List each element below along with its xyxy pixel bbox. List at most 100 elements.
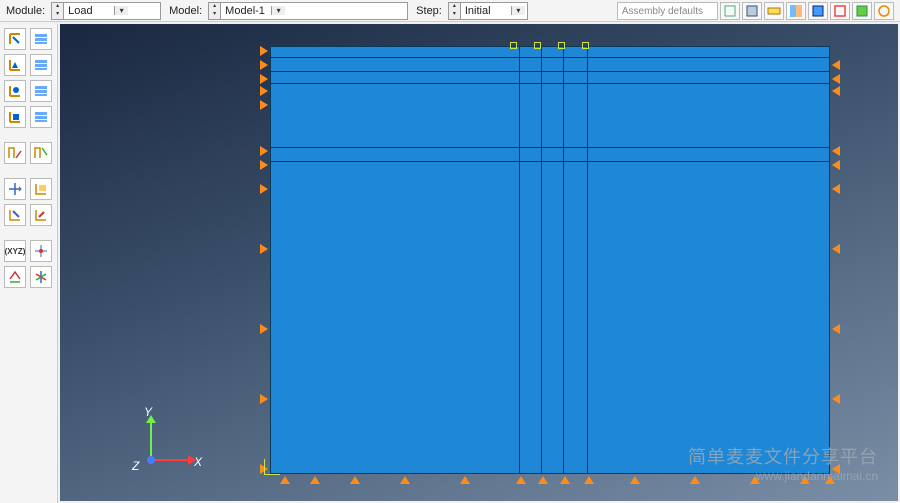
bc-arrow-icon (260, 324, 268, 334)
module-value: Load (64, 5, 114, 17)
bc-arrow-icon (310, 476, 320, 484)
bc-arrow-icon (260, 244, 268, 254)
bc-arrow-icon (260, 146, 268, 156)
step-label: Step: (416, 5, 442, 17)
load-manager-button[interactable] (30, 28, 52, 50)
constraint-marker (510, 42, 517, 49)
datum-tool-button[interactable] (4, 266, 26, 288)
bc-arrow-icon (260, 86, 268, 96)
partition-line (271, 83, 829, 84)
amplitude-1-button[interactable] (4, 142, 26, 164)
partition-line (271, 147, 829, 148)
bc-arrow-icon (260, 160, 268, 170)
constraint-marker (558, 42, 565, 49)
pick-csys-button[interactable] (30, 240, 52, 262)
view-icon-2[interactable] (742, 2, 762, 20)
axis-z-label: Z (132, 459, 139, 473)
partition-line (563, 47, 564, 473)
bc-arrow-icon (516, 476, 526, 484)
model-part[interactable] (270, 46, 830, 474)
create-load-button[interactable] (4, 28, 26, 50)
view-icon-4[interactable] (786, 2, 806, 20)
view-icon-5[interactable] (808, 2, 828, 20)
translate-tool-button[interactable] (4, 178, 26, 200)
bc-arrow-icon (800, 476, 810, 484)
create-loadcase-button[interactable] (4, 106, 26, 128)
predefined-manager-button[interactable] (30, 80, 52, 102)
bc-arrow-icon (538, 476, 548, 484)
partition-tool-button[interactable] (30, 266, 52, 288)
loadcase-manager-button[interactable] (30, 106, 52, 128)
constraint-marker (534, 42, 541, 49)
bc-arrow-icon (832, 244, 840, 254)
partition-line (271, 71, 829, 72)
xyz-csys-button[interactable]: (XYZ) (4, 240, 26, 262)
view-icon-7[interactable] (852, 2, 872, 20)
mirror-tool-button[interactable] (4, 204, 26, 226)
bc-arrow-icon (260, 394, 268, 404)
module-combo[interactable]: ▴▾ Load ▾ (51, 2, 161, 20)
step-dropdown-icon[interactable]: ▾ (511, 6, 525, 15)
bc-arrow-icon (584, 476, 594, 484)
view-icon-8[interactable] (874, 2, 894, 20)
bc-arrow-icon (832, 394, 840, 404)
bc-arrow-icon (630, 476, 640, 484)
step-spinner[interactable]: ▴▾ (449, 3, 461, 19)
bc-arrow-icon (832, 464, 840, 474)
model-value: Model-1 (221, 5, 271, 17)
global-triad: Y X Z (130, 411, 200, 471)
bc-manager-button[interactable] (30, 54, 52, 76)
context-bar: Module: ▴▾ Load ▾ Model: ▴▾ Model-1 ▾ St… (0, 0, 900, 22)
local-csys-icon (260, 455, 284, 479)
partition-line (271, 57, 829, 58)
partition-line (271, 161, 829, 162)
constraint-marker (582, 42, 589, 49)
model-spinner[interactable]: ▴▾ (209, 3, 221, 19)
bc-arrow-icon (400, 476, 410, 484)
view-toolbar: Assembly defaults (617, 0, 900, 22)
bc-arrow-icon (832, 74, 840, 84)
axis-x-label: X (194, 455, 202, 469)
axis-z-icon (147, 456, 155, 464)
module-toolbox: (XYZ) (0, 24, 58, 503)
bc-arrow-icon (260, 74, 268, 84)
bc-arrow-icon (460, 476, 470, 484)
view-icon-3[interactable] (764, 2, 784, 20)
bc-arrow-icon (832, 160, 840, 170)
bc-arrow-icon (260, 46, 268, 56)
axis-x-icon (150, 459, 190, 461)
partition-line (519, 47, 520, 473)
bc-arrow-icon (832, 86, 840, 96)
bc-arrow-icon (690, 476, 700, 484)
axis-y-icon (150, 421, 152, 461)
create-bc-button[interactable] (4, 54, 26, 76)
create-predefined-button[interactable] (4, 80, 26, 102)
bc-arrow-icon (260, 184, 268, 194)
view-icon-1[interactable] (720, 2, 740, 20)
step-combo[interactable]: ▴▾ Initial ▾ (448, 2, 528, 20)
bc-arrow-icon (560, 476, 570, 484)
module-dropdown-icon[interactable]: ▾ (114, 6, 128, 15)
assembly-defaults-value: Assembly defaults (622, 6, 703, 17)
pattern-tool-button[interactable] (30, 204, 52, 226)
bc-arrow-icon (260, 100, 268, 110)
bc-arrow-icon (832, 146, 840, 156)
module-label: Module: (6, 5, 45, 17)
viewport[interactable]: Y X Z 简单麦麦文件分享平台 www.jiandanmaimai.cn (60, 24, 898, 501)
rotate-tool-button[interactable] (30, 178, 52, 200)
model-combo[interactable]: ▴▾ Model-1 ▾ (208, 2, 408, 20)
partition-line (587, 47, 588, 473)
bc-arrow-icon (832, 60, 840, 70)
model-dropdown-icon[interactable]: ▾ (271, 6, 285, 15)
bc-arrow-icon (832, 324, 840, 334)
partition-line (541, 47, 542, 473)
model-label: Model: (169, 5, 202, 17)
bc-arrow-icon (350, 476, 360, 484)
axis-y-label: Y (144, 405, 152, 419)
bc-arrow-icon (260, 60, 268, 70)
view-icon-6[interactable] (830, 2, 850, 20)
module-spinner[interactable]: ▴▾ (52, 3, 64, 19)
bc-arrow-icon (832, 184, 840, 194)
amplitude-2-button[interactable] (30, 142, 52, 164)
assembly-defaults-combo[interactable]: Assembly defaults (617, 2, 718, 20)
